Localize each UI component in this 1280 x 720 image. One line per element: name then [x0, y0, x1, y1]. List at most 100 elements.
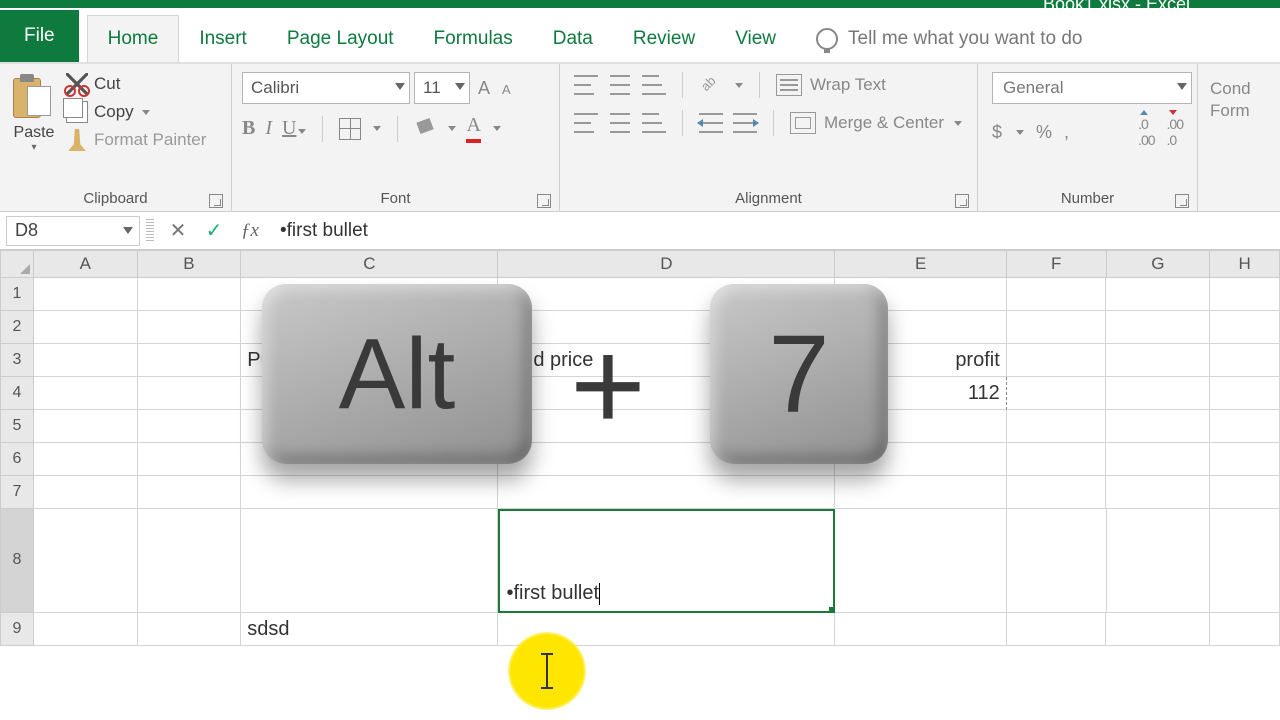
formula-bar-grip[interactable] [146, 219, 154, 243]
merge-dropdown[interactable] [954, 121, 962, 126]
row-header-8[interactable]: 8 [0, 509, 34, 613]
row-header-5[interactable]: 5 [0, 410, 34, 443]
decrease-font-button[interactable] [498, 78, 515, 99]
cell-A2[interactable] [34, 311, 138, 344]
cell-F3[interactable] [1007, 344, 1107, 377]
col-header-h[interactable]: H [1210, 250, 1280, 278]
cell-B3[interactable] [138, 344, 242, 377]
alignment-launcher[interactable] [955, 194, 969, 208]
align-left-button[interactable] [574, 113, 598, 133]
cell-E9[interactable] [835, 613, 1006, 646]
cell-E7[interactable] [835, 476, 1006, 509]
cell-G6[interactable] [1106, 443, 1210, 476]
font-color-dropdown[interactable] [493, 126, 501, 131]
cell-B2[interactable] [138, 311, 242, 344]
tab-data[interactable]: Data [533, 16, 613, 62]
decrease-indent-button[interactable] [699, 113, 723, 133]
cell-B5[interactable] [138, 410, 242, 443]
increase-font-button[interactable] [474, 78, 494, 99]
name-box[interactable]: D8 [6, 216, 140, 246]
align-top-button[interactable] [574, 75, 598, 95]
orientation-button[interactable] [699, 73, 723, 97]
wrap-text-button[interactable]: Wrap Text [776, 74, 886, 96]
borders-button[interactable] [339, 118, 361, 140]
tab-view[interactable]: View [715, 16, 796, 62]
cell-B6[interactable] [138, 443, 242, 476]
row-header-7[interactable]: 7 [0, 476, 34, 509]
cell-G3[interactable] [1106, 344, 1210, 377]
format-painter-button[interactable]: Format Painter [66, 126, 206, 154]
cell-G9[interactable] [1106, 613, 1210, 646]
col-header-f[interactable]: F [1007, 250, 1107, 278]
cell-A4[interactable] [34, 377, 138, 410]
underline-button[interactable]: U [282, 117, 306, 140]
row-header-6[interactable]: 6 [0, 443, 34, 476]
align-bottom-button[interactable] [642, 75, 666, 95]
tab-insert[interactable]: Insert [179, 16, 267, 62]
cell-A6[interactable] [34, 443, 138, 476]
cell-C8[interactable] [241, 509, 498, 613]
cell-A3[interactable] [34, 344, 138, 377]
row-header-1[interactable]: 1 [0, 278, 34, 311]
cell-C7[interactable] [241, 476, 498, 509]
row-header-4[interactable]: 4 [0, 377, 34, 410]
cell-H9[interactable] [1210, 613, 1280, 646]
cell-A9[interactable] [34, 613, 138, 646]
cell-F1[interactable] [1007, 278, 1107, 311]
merge-center-button[interactable]: Merge & Center [790, 112, 962, 134]
cell-H8[interactable] [1210, 509, 1280, 613]
cell-F9[interactable] [1007, 613, 1107, 646]
increase-indent-button[interactable] [733, 113, 757, 133]
cell-H2[interactable] [1210, 311, 1280, 344]
cell-G8[interactable] [1107, 509, 1211, 613]
col-header-a[interactable]: A [34, 250, 138, 278]
font-launcher[interactable] [537, 194, 551, 208]
paste-dropdown[interactable]: ▾ [8, 142, 60, 153]
conditional-formatting-button[interactable]: CondForm [1206, 70, 1264, 130]
tab-home[interactable]: Home [87, 15, 180, 62]
col-header-g[interactable]: G [1107, 250, 1211, 278]
cell-G4[interactable] [1106, 377, 1210, 410]
col-header-b[interactable]: B [138, 250, 242, 278]
cell-G7[interactable] [1106, 476, 1210, 509]
fill-color-dropdown[interactable] [448, 126, 456, 131]
col-header-e[interactable]: E [835, 250, 1006, 278]
cell-F8[interactable] [1007, 509, 1107, 613]
clipboard-launcher[interactable] [209, 194, 223, 208]
cell-B7[interactable] [138, 476, 242, 509]
tab-review[interactable]: Review [613, 16, 715, 62]
formula-input[interactable]: •first bullet [268, 220, 1280, 242]
cell-H1[interactable] [1210, 278, 1280, 311]
align-center-button[interactable] [608, 113, 632, 133]
number-format-select[interactable]: General [992, 72, 1192, 104]
comma-button[interactable]: , [1064, 122, 1069, 143]
tab-file[interactable]: File [0, 10, 79, 62]
col-header-c[interactable]: C [241, 250, 498, 278]
increase-decimal-button[interactable]: .0.00 [1138, 116, 1154, 148]
insert-function-button[interactable]: ƒx [232, 216, 268, 246]
italic-button[interactable]: I [265, 117, 272, 140]
cell-C9[interactable]: sdsd [241, 613, 498, 646]
cell-F5[interactable] [1007, 410, 1107, 443]
align-right-button[interactable] [642, 113, 666, 133]
tab-page-layout[interactable]: Page Layout [267, 16, 414, 62]
paste-button[interactable]: Paste ▾ [8, 70, 60, 154]
cell-B1[interactable] [138, 278, 242, 311]
bold-button[interactable]: B [242, 117, 255, 140]
tell-me[interactable]: Tell me what you want to do [816, 16, 1082, 62]
row-header-3[interactable]: 3 [0, 344, 34, 377]
cell-G5[interactable] [1106, 410, 1210, 443]
align-middle-button[interactable] [608, 75, 632, 95]
cell-G1[interactable] [1106, 278, 1210, 311]
cell-A7[interactable] [34, 476, 138, 509]
cell-F7[interactable] [1007, 476, 1107, 509]
font-color-button[interactable]: A [466, 114, 480, 143]
font-name-select[interactable]: Calibri [242, 72, 410, 104]
decrease-decimal-button[interactable]: .00.0 [1167, 116, 1183, 148]
accounting-dropdown[interactable] [1016, 130, 1024, 135]
cell-B4[interactable] [138, 377, 242, 410]
row-header-2[interactable]: 2 [0, 311, 34, 344]
cell-B8[interactable] [138, 509, 242, 613]
fill-color-button[interactable] [414, 118, 436, 140]
font-size-select[interactable]: 11 [414, 72, 470, 104]
